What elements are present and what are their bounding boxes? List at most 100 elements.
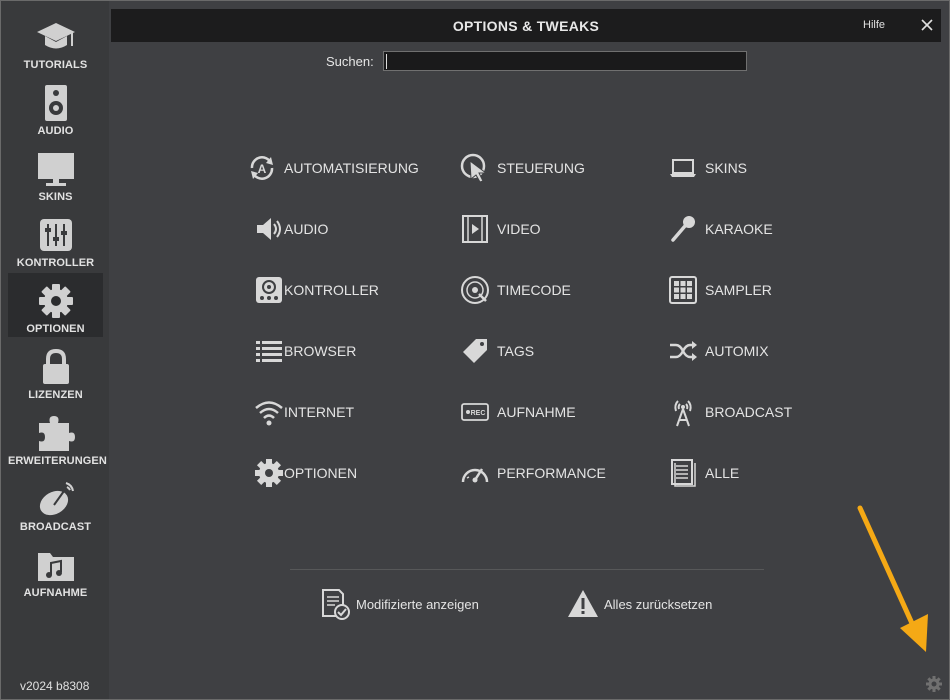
- option-label: STEUERUNG: [497, 160, 585, 176]
- music-folder-icon: [36, 545, 76, 585]
- svg-text:A: A: [258, 162, 267, 176]
- option-label: TIMECODE: [497, 282, 571, 298]
- option-sampler[interactable]: SAMPLER: [666, 273, 772, 307]
- sidebar-item-kontroller[interactable]: KONTROLLER: [8, 207, 103, 271]
- laptop-icon: [666, 151, 700, 185]
- microphone-icon: [666, 212, 700, 246]
- option-label: TAGS: [497, 343, 535, 359]
- option-steuerung[interactable]: STEUERUNG: [458, 151, 585, 185]
- option-label: SAMPLER: [705, 282, 772, 298]
- satellite-dish-icon: [36, 479, 76, 519]
- option-optionen[interactable]: OPTIONEN: [245, 456, 357, 490]
- reset-all-button[interactable]: Alles zurücksetzen: [566, 586, 712, 622]
- show-modified-label: Modifizierte anzeigen: [356, 596, 479, 612]
- option-label: KONTROLLER: [284, 282, 379, 298]
- sampler-grid-icon: [666, 273, 700, 307]
- sidebar-item-erweiterungen[interactable]: ERWEITERUNGEN: [8, 405, 107, 469]
- svg-text:REC: REC: [471, 410, 486, 417]
- option-aufnahme[interactable]: REC AUFNAHME: [458, 395, 576, 429]
- sidebar-item-label: SKINS: [38, 191, 73, 203]
- monitor-icon: [36, 149, 76, 189]
- option-karaoke[interactable]: KARAOKE: [666, 212, 773, 246]
- automation-icon: A: [245, 151, 279, 185]
- option-timecode[interactable]: TIMECODE: [458, 273, 571, 307]
- option-video[interactable]: VIDEO: [458, 212, 541, 246]
- search-label: Suchen:: [326, 54, 374, 69]
- cursor-control-icon: [458, 151, 492, 185]
- document-icon: [666, 456, 700, 490]
- option-label: VIDEO: [497, 221, 541, 237]
- gear-icon: [252, 456, 286, 490]
- sidebar-item-label: OPTIONEN: [26, 323, 85, 335]
- graduation-cap-icon: [35, 17, 77, 57]
- controller-icon: [252, 273, 286, 307]
- search-input[interactable]: [383, 51, 747, 71]
- option-kontroller[interactable]: KONTROLLER: [245, 273, 379, 307]
- sidebar-item-label: LIZENZEN: [28, 389, 83, 401]
- option-label: OPTIONEN: [284, 465, 358, 481]
- option-browser[interactable]: BROWSER: [245, 334, 356, 368]
- option-label: AUTOMIX: [705, 343, 769, 359]
- sidebar-item-label: BROADCAST: [19, 521, 92, 533]
- sidebar-item-audio[interactable]: AUDIO: [8, 75, 103, 139]
- gear-icon: [926, 676, 942, 692]
- wifi-icon: [252, 395, 286, 429]
- option-automix[interactable]: AUTOMIX: [666, 334, 769, 368]
- help-link[interactable]: Hilfe: [863, 19, 885, 31]
- option-skins[interactable]: SKINS: [666, 151, 747, 185]
- option-label: BROWSER: [284, 343, 357, 359]
- sidebar-item-broadcast[interactable]: BROADCAST: [8, 471, 103, 535]
- sidebar-item-aufnahme[interactable]: AUFNAHME: [8, 537, 103, 601]
- sidebar: TUTORIALS AUDIO SKINS KONTROLLER OPTIONE…: [1, 1, 109, 699]
- option-label: ALLE: [705, 465, 740, 481]
- sidebar-item-label: AUDIO: [37, 125, 74, 137]
- sidebar-item-label: KONTROLLER: [16, 257, 95, 269]
- option-label: AUFNAHME: [497, 404, 576, 420]
- option-tags[interactable]: TAGS: [458, 334, 534, 368]
- version-label: v2024 b8308: [20, 679, 90, 693]
- list-icon: [252, 334, 286, 368]
- sidebar-item-label: AUFNAHME: [23, 587, 88, 599]
- title-bar: OPTIONS & TWEAKS Hilfe: [111, 9, 941, 42]
- option-alle[interactable]: ALLE: [666, 456, 739, 490]
- sidebar-item-tutorials[interactable]: TUTORIALS: [8, 9, 103, 73]
- option-label: INTERNET: [284, 404, 354, 420]
- option-label: AUDIO: [284, 221, 329, 237]
- option-automatisierung[interactable]: A AUTOMATISIERUNG: [245, 151, 419, 185]
- gauge-icon: [458, 456, 492, 490]
- vinyl-icon: [458, 273, 492, 307]
- text-caret: [386, 54, 387, 69]
- option-label: SKINS: [705, 160, 748, 176]
- sidebar-item-skins[interactable]: SKINS: [8, 141, 103, 205]
- show-modified-button[interactable]: Modifizierte anzeigen: [318, 586, 479, 622]
- volume-icon: [252, 212, 286, 246]
- warning-icon: [566, 587, 600, 621]
- divider: [290, 569, 764, 570]
- sidebar-item-lizenzen[interactable]: LIZENZEN: [8, 339, 103, 403]
- lock-icon: [40, 347, 72, 387]
- window-title: OPTIONS & TWEAKS: [452, 18, 600, 34]
- tag-icon: [458, 334, 492, 368]
- rec-icon: REC: [458, 395, 492, 429]
- option-label: AUTOMATISIERUNG: [284, 160, 419, 176]
- settings-gear-button[interactable]: [925, 675, 943, 693]
- reset-all-label: Alles zurücksetzen: [604, 596, 713, 612]
- antenna-icon: [666, 395, 700, 429]
- option-label: KARAOKE: [705, 221, 773, 237]
- option-label: BROADCAST: [705, 404, 793, 420]
- option-audio[interactable]: AUDIO: [245, 212, 328, 246]
- option-performance[interactable]: PERFORMANCE: [458, 456, 606, 490]
- option-label: PERFORMANCE: [497, 465, 606, 481]
- sidebar-item-optionen[interactable]: OPTIONEN: [8, 273, 103, 337]
- shuffle-icon: [666, 334, 700, 368]
- speaker-icon: [41, 83, 71, 123]
- film-icon: [458, 212, 492, 246]
- close-button[interactable]: [917, 15, 937, 35]
- puzzle-icon: [35, 413, 77, 453]
- sidebar-item-label: TUTORIALS: [23, 59, 88, 71]
- gear-icon: [36, 281, 76, 321]
- option-broadcast[interactable]: BROADCAST: [666, 395, 792, 429]
- sidebar-item-label: ERWEITERUNGEN: [8, 455, 107, 467]
- modified-document-icon: [318, 587, 352, 621]
- option-internet[interactable]: INTERNET: [245, 395, 354, 429]
